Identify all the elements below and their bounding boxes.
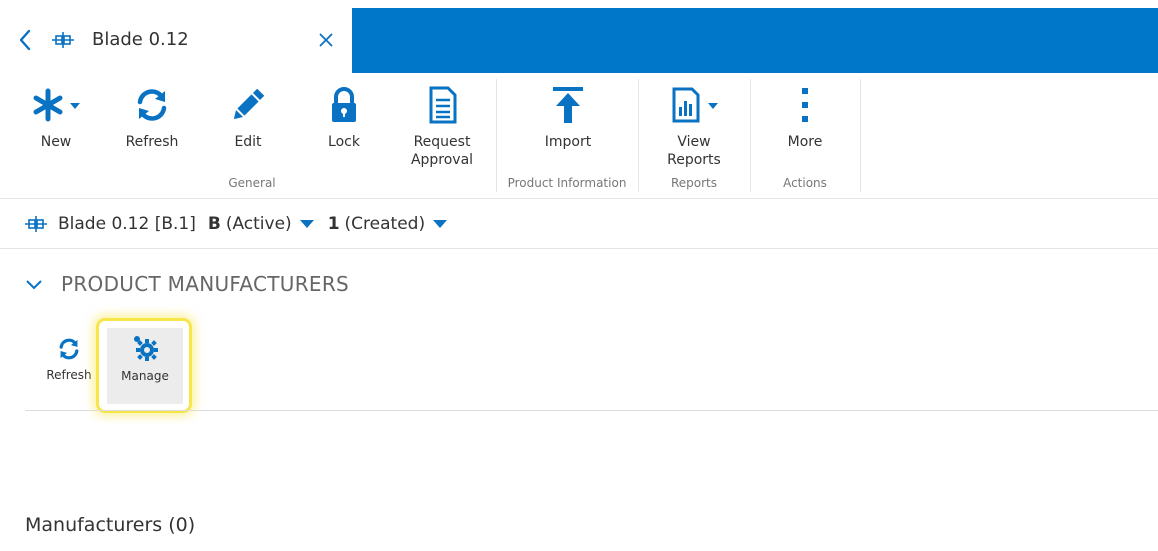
manage-label: Manage — [121, 369, 169, 383]
iteration-dropdown-icon[interactable] — [433, 220, 448, 228]
revision-state: (Active) — [225, 214, 292, 234]
divider — [0, 248, 1158, 249]
divider — [25, 410, 1158, 411]
edit-label: Edit — [234, 134, 262, 150]
edit-button[interactable]: Edit — [200, 73, 296, 173]
refresh-label: Refresh — [125, 134, 179, 150]
chevron-left-icon[interactable] — [16, 28, 34, 52]
group-separator — [860, 79, 861, 192]
revision-dropdown-icon[interactable] — [299, 220, 314, 228]
asterisk-icon — [33, 88, 80, 122]
group-label-product-information: Product Information — [507, 176, 627, 190]
section-title: PRODUCT MANUFACTURERS — [61, 272, 350, 296]
request-approval-button[interactable]: Request Approval — [392, 73, 492, 173]
manage-button[interactable]: Manage — [107, 328, 183, 404]
tab-strip: Blade 0.12 — [8, 8, 1158, 73]
section-refresh-label: Refresh — [46, 368, 92, 382]
breadcrumb: Blade 0.12 [B.1] B (Active) 1 (Created) — [24, 211, 448, 237]
breadcrumb-item: Blade 0.12 [B.1] — [58, 214, 196, 234]
tab-blade[interactable]: Blade 0.12 — [8, 8, 352, 73]
gears-icon — [134, 336, 158, 361]
upload-icon — [553, 87, 583, 123]
section-refresh-button[interactable]: Refresh — [38, 330, 100, 390]
more-label: More — [787, 134, 823, 150]
group-label-general: General — [228, 176, 276, 190]
import-label: Import — [544, 134, 592, 150]
view-reports-button[interactable]: View Reports — [640, 73, 748, 173]
manufacturers-heading: Manufacturers (0) — [25, 514, 196, 536]
report-icon — [672, 87, 718, 123]
group-label-actions: Actions — [783, 176, 827, 190]
new-label: New — [40, 134, 72, 150]
chevron-down-icon[interactable] — [25, 278, 43, 290]
refresh-icon — [137, 89, 167, 121]
request-approval-label: Request Approval — [410, 134, 474, 168]
chevron-down-icon — [708, 103, 718, 109]
part-structure-icon — [25, 216, 47, 232]
view-reports-label: View Reports — [667, 134, 721, 168]
close-icon[interactable] — [316, 30, 336, 50]
refresh-button[interactable]: Refresh — [104, 73, 200, 173]
section-header-product-manufacturers[interactable]: PRODUCT MANUFACTURERS — [25, 272, 349, 296]
pencil-icon — [233, 88, 265, 120]
refresh-icon — [59, 338, 79, 360]
lock-icon — [332, 87, 356, 122]
new-button[interactable]: New — [8, 73, 104, 173]
import-button[interactable]: Import — [500, 73, 636, 173]
lock-button[interactable]: Lock — [296, 73, 392, 173]
iteration-state: (Created) — [344, 214, 426, 234]
chevron-down-icon — [70, 103, 80, 109]
group-label-reports: Reports — [670, 176, 718, 190]
ribbon-toolbar: New Refresh Edit Lock Request Approval G… — [0, 73, 1158, 199]
more-vertical-icon — [802, 88, 808, 122]
revision-value: B — [207, 214, 221, 234]
more-button[interactable]: More — [752, 73, 858, 173]
lock-label: Lock — [328, 134, 360, 150]
tab-strip-background — [352, 8, 1158, 73]
tab-title: Blade 0.12 — [92, 29, 189, 50]
document-icon — [429, 86, 457, 124]
iteration-value: 1 — [327, 214, 340, 234]
part-structure-icon — [52, 32, 74, 48]
